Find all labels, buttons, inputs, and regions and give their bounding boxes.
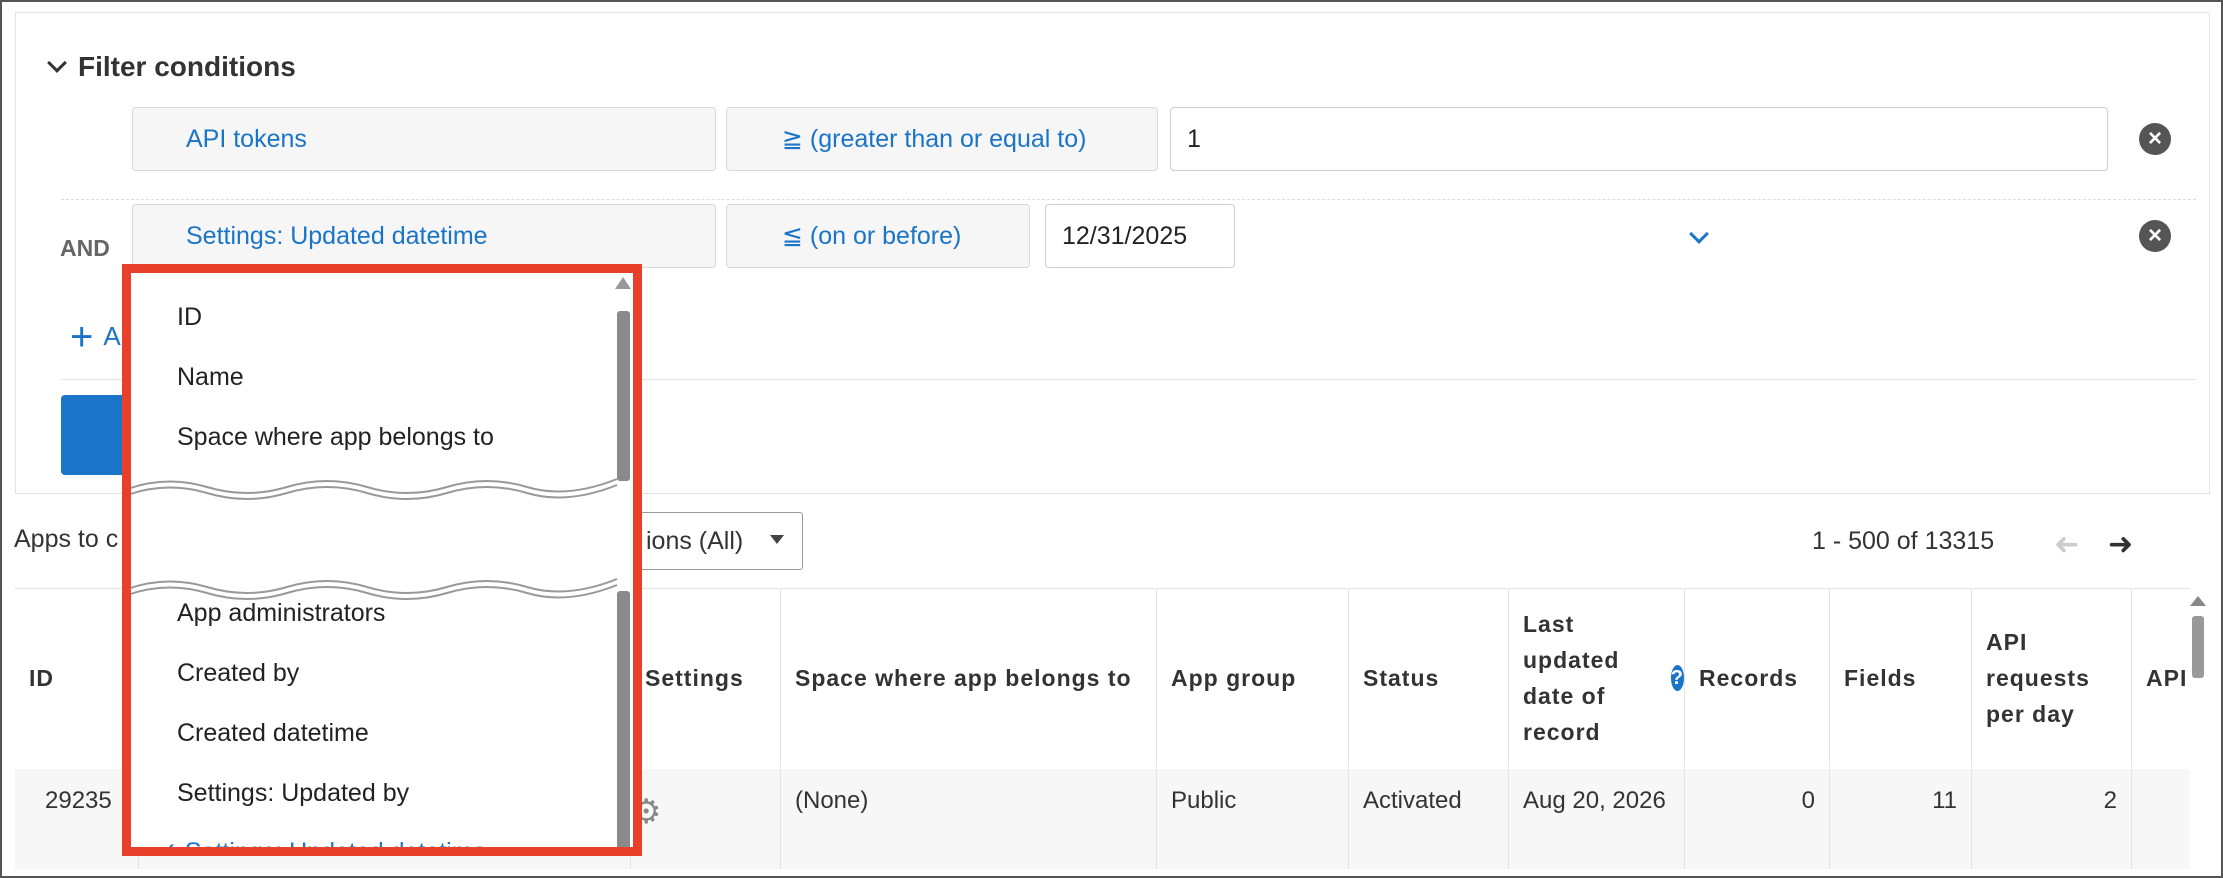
chevron-down-icon xyxy=(1689,224,1709,244)
filter-value-input-1[interactable]: 1 xyxy=(1170,107,2108,171)
cell-id: 29235 xyxy=(15,769,139,869)
col-header-app-group[interactable]: App group xyxy=(1157,589,1349,767)
cell-api-tokens xyxy=(2132,769,2190,869)
remove-condition-2-icon[interactable]: × xyxy=(2139,220,2171,252)
filter-field-select-2[interactable]: Settings: Updated datetime xyxy=(132,204,800,268)
col-header-id[interactable]: ID xyxy=(15,589,139,767)
filter-field-select-1[interactable]: API tokens xyxy=(132,107,800,171)
scroll-up-icon[interactable] xyxy=(2190,596,2206,606)
cell-app-group: Public xyxy=(1157,769,1349,869)
filter-field-label-2: Settings: Updated datetime xyxy=(186,221,488,250)
remove-condition-1-icon[interactable]: × xyxy=(2139,123,2171,155)
cell-fields: 11 xyxy=(1830,769,1972,869)
row-divider xyxy=(61,199,2196,200)
col-header-last-updated[interactable]: Last updated date of record? xyxy=(1509,589,1685,767)
table-scrollbar[interactable] xyxy=(2190,596,2206,856)
filter-date-input-2[interactable]: 12/31/2025 xyxy=(1045,204,1235,268)
filter-value-text-2: 12/31/2025 xyxy=(1062,221,1188,250)
previous-page-icon[interactable]: ➜ xyxy=(2054,527,2079,562)
col-header-fields[interactable]: Fields xyxy=(1830,589,1972,767)
filter-operator-select-1[interactable]: ≧ (greater than or equal to) xyxy=(726,107,1839,171)
col-header-space[interactable]: Space where app belongs to xyxy=(781,589,1157,767)
scroll-thumb[interactable] xyxy=(2192,616,2204,678)
col-header-api-tokens[interactable]: API toke xyxy=(2132,589,2190,767)
filter-value-text-1: 1 xyxy=(1187,124,1201,153)
pagination-info: 1 - 500 of 13315 xyxy=(1812,527,1995,555)
col-header-records[interactable]: Records xyxy=(1685,589,1830,767)
highlight-box xyxy=(122,264,642,856)
filter-operator-select-2[interactable]: ≦ (on or before) xyxy=(726,204,1709,268)
cell-last-updated: Aug 20, 2026 xyxy=(1509,769,1685,869)
col-header-status[interactable]: Status xyxy=(1349,589,1509,767)
help-icon[interactable]: ? xyxy=(1670,665,1684,691)
plus-icon: + xyxy=(70,314,94,359)
apps-count-label: Apps to c xyxy=(14,525,119,553)
and-label: AND xyxy=(60,235,110,261)
caret-down-icon xyxy=(770,535,784,544)
filter-operator-label-2: ≦ (on or before) xyxy=(782,222,962,250)
remove-glyph: × xyxy=(2147,222,2162,249)
filter-conditions-toggle[interactable]: Filter conditions xyxy=(47,51,296,83)
cell-space: (None) xyxy=(781,769,1157,869)
last-updated-label: Last updated date of record xyxy=(1523,611,1620,745)
col-header-settings[interactable]: Settings xyxy=(631,589,781,767)
actions-select[interactable]: ions (All) xyxy=(625,512,803,570)
next-page-icon[interactable]: ➜ xyxy=(2108,527,2133,562)
cell-status: Activated xyxy=(1349,769,1509,869)
cell-api-requests: 2 xyxy=(1972,769,2132,869)
chevron-down-icon xyxy=(47,53,67,73)
actions-select-label: ions (All) xyxy=(646,526,744,555)
col-header-api-requests[interactable]: API requests per day xyxy=(1972,589,2132,767)
filter-field-label-1: API tokens xyxy=(186,124,307,153)
cell-records: 0 xyxy=(1685,769,1830,869)
filter-title: Filter conditions xyxy=(78,51,296,82)
filter-operator-label-1: ≧ (greater than or equal to) xyxy=(782,125,1087,153)
remove-glyph: × xyxy=(2147,125,2162,152)
